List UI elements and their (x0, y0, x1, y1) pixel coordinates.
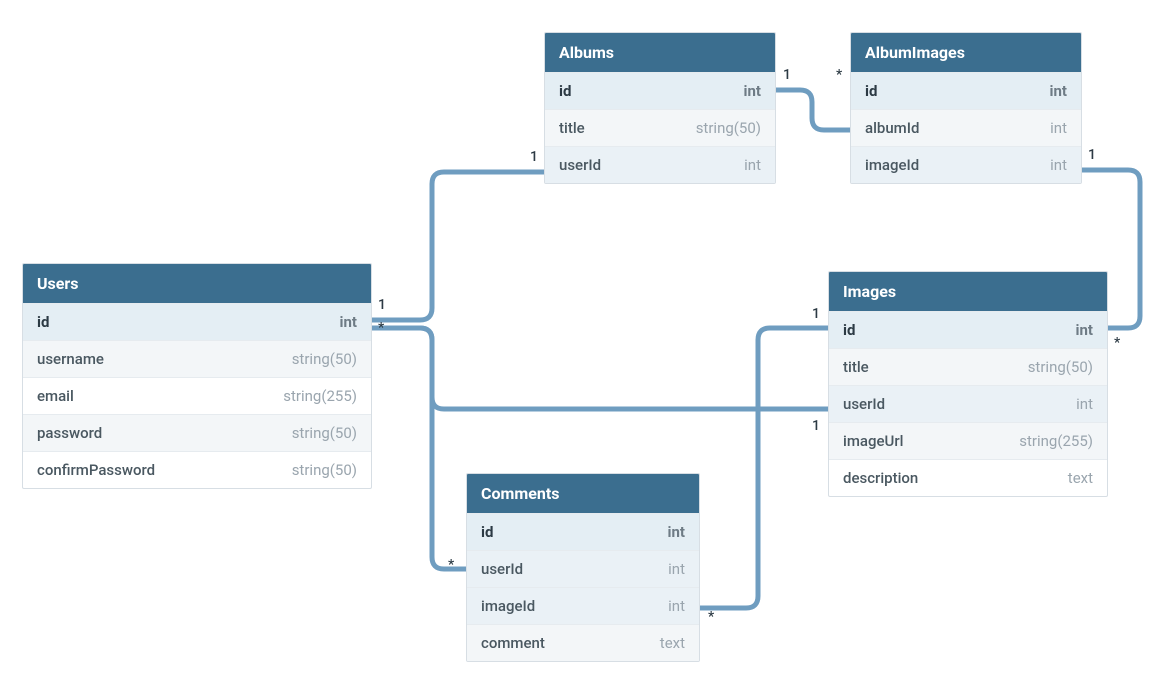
field-name: password (37, 424, 102, 442)
cardinality-label: 1 (812, 306, 820, 322)
field-row: title string(50) (829, 348, 1107, 385)
field-name: albumId (865, 119, 919, 137)
field-name: id (843, 321, 855, 339)
field-name: title (559, 119, 585, 137)
field-type: string(50) (696, 119, 761, 137)
field-name: userId (481, 560, 523, 578)
field-type: string(50) (292, 461, 357, 479)
cardinality-label: 1 (378, 297, 386, 313)
entity-albums[interactable]: Albums id int title string(50) userId in… (544, 32, 776, 184)
entity-users[interactable]: Users id int username string(50) email s… (22, 263, 372, 489)
field-row: username string(50) (23, 340, 371, 377)
field-type: int (340, 313, 357, 331)
field-type: int (1050, 119, 1067, 137)
entity-albumimages[interactable]: AlbumImages id int albumId int imageId i… (850, 32, 1082, 184)
field-type: int (1050, 156, 1067, 174)
cardinality-label: 1 (783, 67, 791, 83)
field-type: int (668, 523, 685, 541)
field-type: text (1068, 469, 1093, 487)
field-type: text (660, 634, 685, 652)
field-row: email string(255) (23, 377, 371, 414)
entity-images[interactable]: Images id int title string(50) userId in… (828, 271, 1108, 497)
field-name: description (843, 469, 918, 487)
field-row: description text (829, 459, 1107, 496)
field-name: title (843, 358, 869, 376)
cardinality-label: * (378, 320, 384, 336)
field-row: password string(50) (23, 414, 371, 451)
cardinality-label: * (836, 67, 842, 83)
cardinality-label: * (448, 557, 454, 573)
field-row: userId int (545, 146, 775, 183)
field-row: albumId int (851, 109, 1081, 146)
field-type: int (744, 156, 761, 174)
field-type: int (1076, 395, 1093, 413)
field-type: int (1076, 321, 1093, 339)
field-type: string(50) (292, 424, 357, 442)
entity-header: Comments (467, 474, 699, 513)
field-name: id (481, 523, 493, 541)
field-type: string(255) (1019, 432, 1093, 450)
field-type: int (668, 560, 685, 578)
field-name: imageId (481, 597, 535, 615)
field-row-pk: id int (851, 72, 1081, 109)
er-diagram-canvas: Users id int username string(50) email s… (0, 0, 1168, 692)
field-name: userId (843, 395, 885, 413)
cardinality-label: * (1114, 335, 1120, 351)
field-name: username (37, 350, 104, 368)
entity-header: Albums (545, 33, 775, 72)
field-name: imageId (865, 156, 919, 174)
cardinality-label: 1 (530, 149, 538, 165)
entity-header: Images (829, 272, 1107, 311)
field-name: comment (481, 634, 545, 652)
entity-comments[interactable]: Comments id int userId int imageId int c… (466, 473, 700, 662)
field-name: email (37, 387, 74, 405)
entity-header: AlbumImages (851, 33, 1081, 72)
field-name: id (865, 82, 877, 100)
cardinality-label: 1 (1088, 147, 1096, 163)
edge-albums-albumimages (776, 90, 850, 130)
field-name: userId (559, 156, 601, 174)
cardinality-label: 1 (812, 418, 820, 434)
cardinality-label: * (708, 609, 714, 625)
field-row-pk: id int (545, 72, 775, 109)
field-row: confirmPassword string(50) (23, 451, 371, 488)
edge-users-images (372, 328, 828, 409)
edge-users-comments (372, 328, 466, 569)
field-type: int (1050, 82, 1067, 100)
field-type: string(255) (283, 387, 357, 405)
edge-images-comments (700, 328, 828, 608)
field-row: imageId int (851, 146, 1081, 183)
field-name: imageUrl (843, 432, 903, 450)
edge-users-albums (372, 172, 544, 320)
field-row: title string(50) (545, 109, 775, 146)
field-row: imageUrl string(255) (829, 422, 1107, 459)
field-row-pk: id int (23, 303, 371, 340)
field-type: string(50) (1028, 358, 1093, 376)
field-row: comment text (467, 624, 699, 661)
field-name: id (37, 313, 49, 331)
field-row: userId int (467, 550, 699, 587)
field-row: imageId int (467, 587, 699, 624)
field-type: int (668, 597, 685, 615)
field-row-pk: id int (467, 513, 699, 550)
field-type: string(50) (292, 350, 357, 368)
field-row: userId int (829, 385, 1107, 422)
field-type: int (744, 82, 761, 100)
field-name: confirmPassword (37, 461, 155, 479)
field-row-pk: id int (829, 311, 1107, 348)
field-name: id (559, 82, 571, 100)
entity-header: Users (23, 264, 371, 303)
